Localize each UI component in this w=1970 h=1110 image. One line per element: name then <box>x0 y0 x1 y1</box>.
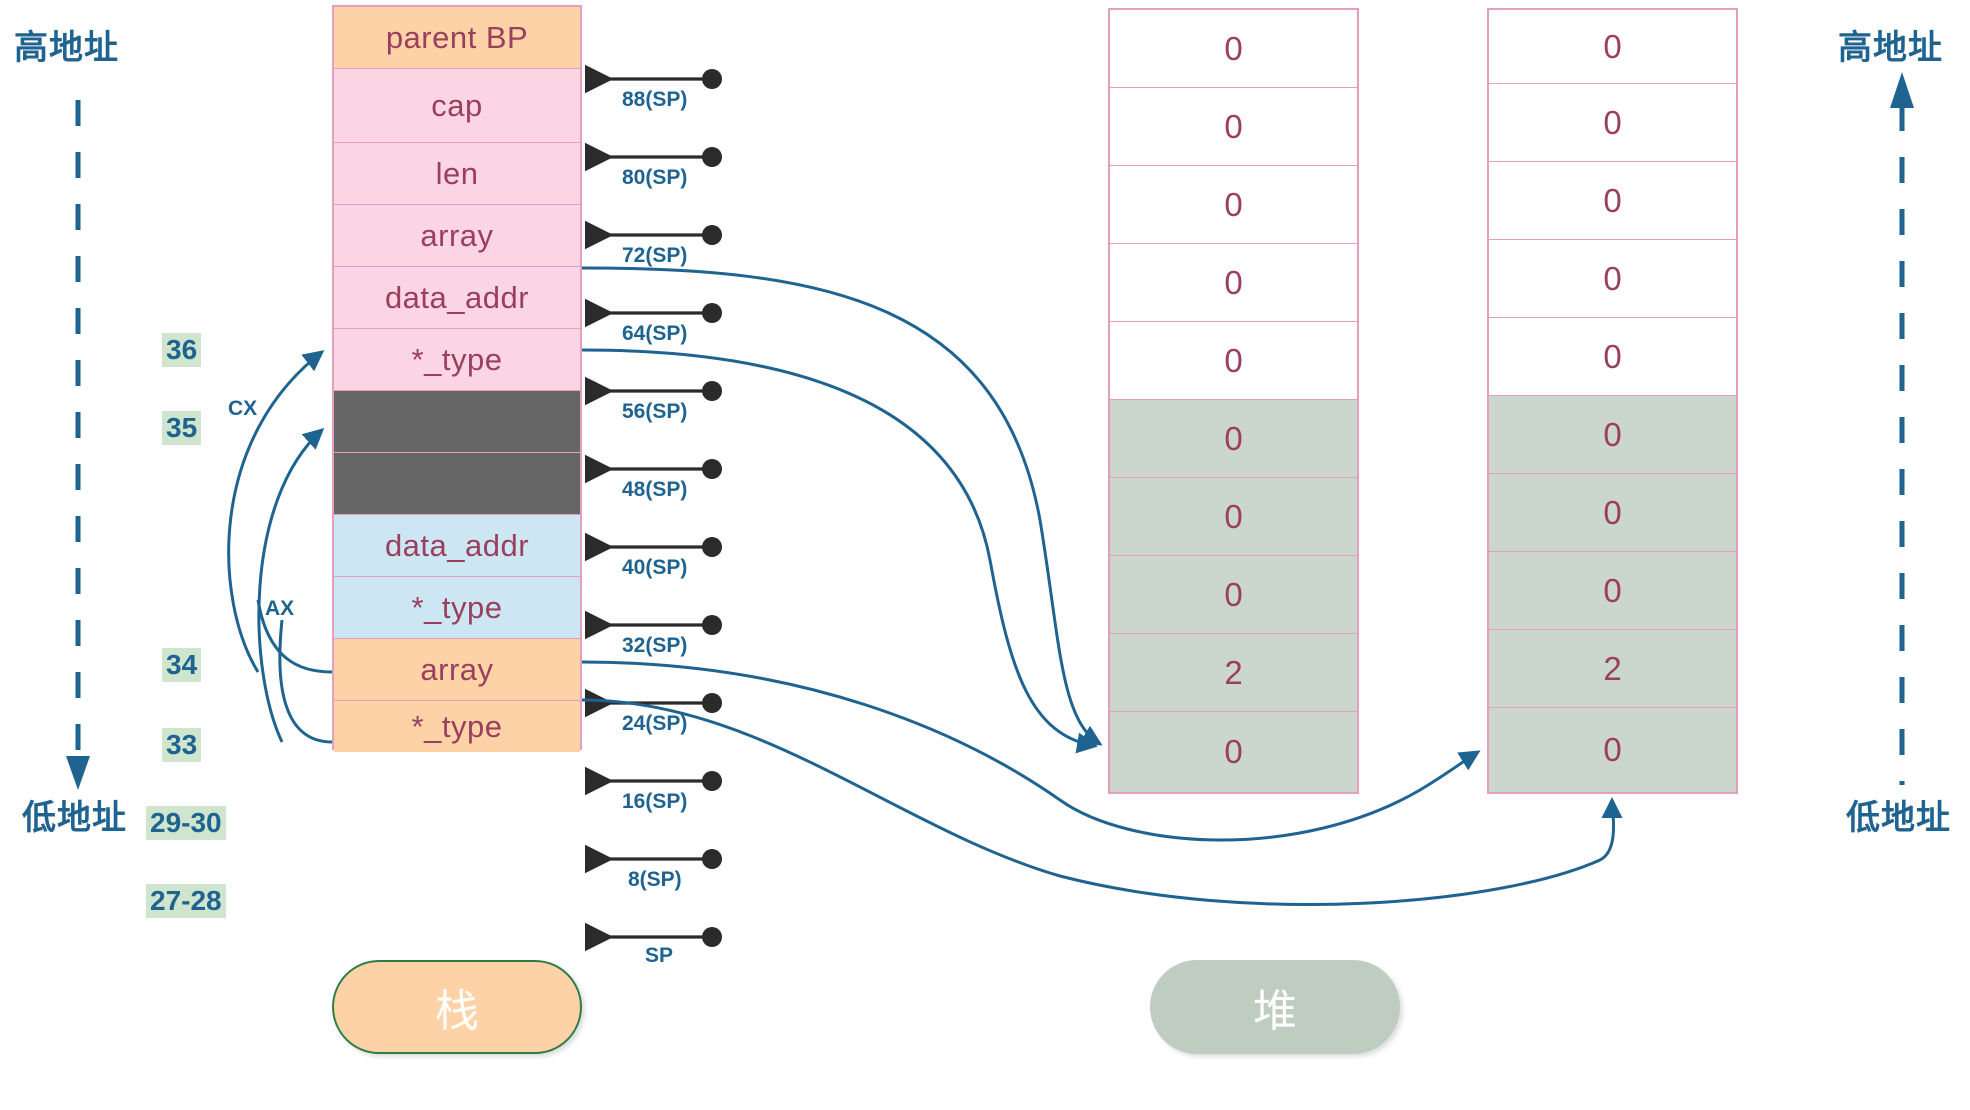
heap-1-cell-3: 0 <box>1110 244 1357 322</box>
heap-1-cell-0: 0 <box>1110 10 1357 88</box>
heap-1-cell-9: 0 <box>1110 712 1357 792</box>
sp-offset-24: 24(SP) <box>622 712 688 735</box>
heap-1-cell-2: 0 <box>1110 166 1357 244</box>
heap-2-cell-1: 0 <box>1489 84 1736 162</box>
sp-offset-80: 80(SP) <box>622 166 688 189</box>
line-number-badge-36: 36 <box>162 333 202 368</box>
stack-cell-len: len <box>334 143 580 205</box>
sp-offset-16: 16(SP) <box>622 790 688 813</box>
heap-2-cell-2: 0 <box>1489 162 1736 240</box>
sp-offset-72: 72(SP) <box>622 244 688 267</box>
stack-cell-array-orange: array <box>334 639 580 701</box>
sp-offset-56: 56(SP) <box>622 400 688 423</box>
stack-cell-array-pink: array <box>334 205 580 267</box>
register-label-ax: AX <box>265 597 295 620</box>
heap-column-2: 0 0 0 0 0 0 0 0 2 0 <box>1487 8 1738 794</box>
heap-2-cell-8: 2 <box>1489 630 1736 708</box>
left-axis-low-address-label: 低地址 <box>22 799 127 837</box>
sp-offset-sp: SP <box>645 944 674 967</box>
sp-offset-48: 48(SP) <box>622 478 688 501</box>
heap-1-cell-7: 0 <box>1110 556 1357 634</box>
heap-pointer-curves <box>581 266 1623 906</box>
right-axis-low-address-label: 低地址 <box>1846 799 1951 837</box>
stack-cell-data-addr-blue: data_addr <box>334 515 580 577</box>
heap-1-cell-5: 0 <box>1110 400 1357 478</box>
stack-cell-parent-bp: parent BP <box>334 7 580 69</box>
left-address-axis-arrow <box>66 100 90 790</box>
sp-offset-32: 32(SP) <box>622 634 688 657</box>
sp-offset-arrows <box>584 64 722 952</box>
stack-cell-type-pink: *_type <box>334 329 580 391</box>
line-number-badge-34: 34 <box>162 648 202 683</box>
stack-cell-type-orange: *_type <box>334 701 580 752</box>
line-number-badge-35: 35 <box>162 411 202 446</box>
right-address-axis-arrow <box>1890 72 1914 785</box>
heap-1-cell-1: 0 <box>1110 88 1357 166</box>
diagram-canvas: 高地址 低地址 高地址 低地址 36 35 34 33 29-30 27-28 … <box>0 0 1970 1110</box>
line-number-badge-33: 33 <box>162 728 202 763</box>
heap-2-cell-7: 0 <box>1489 552 1736 630</box>
line-number-badge-27-28: 27-28 <box>146 884 226 919</box>
heap-1-cell-6: 0 <box>1110 478 1357 556</box>
register-label-cx: CX <box>228 397 258 420</box>
stack-cell-cap: cap <box>334 69 580 143</box>
stack-cell-unused-2 <box>334 453 580 515</box>
heap-2-cell-5: 0 <box>1489 396 1736 474</box>
right-axis-high-address-label: 高地址 <box>1838 29 1943 67</box>
ax-pointer-curves <box>256 599 333 744</box>
sp-offset-8: 8(SP) <box>628 868 682 891</box>
heap-2-cell-6: 0 <box>1489 474 1736 552</box>
stack-cell-unused-1 <box>334 391 580 453</box>
sp-offset-64: 64(SP) <box>622 322 688 345</box>
heap-column-1: 0 0 0 0 0 0 0 0 2 0 <box>1108 8 1359 794</box>
heap-2-cell-9: 0 <box>1489 708 1736 792</box>
heap-2-cell-4: 0 <box>1489 318 1736 396</box>
heap-2-cell-0: 0 <box>1489 10 1736 84</box>
legend-pill-heap: 堆 <box>1150 960 1400 1054</box>
heap-1-cell-4: 0 <box>1110 322 1357 400</box>
stack-cell-data-addr-pink: data_addr <box>334 267 580 329</box>
heap-2-cell-3: 0 <box>1489 240 1736 318</box>
heap-1-cell-8: 2 <box>1110 634 1357 712</box>
line-number-badge-29-30: 29-30 <box>146 806 226 841</box>
left-axis-high-address-label: 高地址 <box>14 29 119 67</box>
sp-offset-88: 88(SP) <box>622 88 688 111</box>
sp-offset-40: 40(SP) <box>622 556 688 579</box>
stack-frame: parent BP cap len array data_addr *_type… <box>332 5 582 752</box>
legend-pill-stack: 栈 <box>332 960 582 1054</box>
stack-cell-type-blue: *_type <box>334 577 580 639</box>
